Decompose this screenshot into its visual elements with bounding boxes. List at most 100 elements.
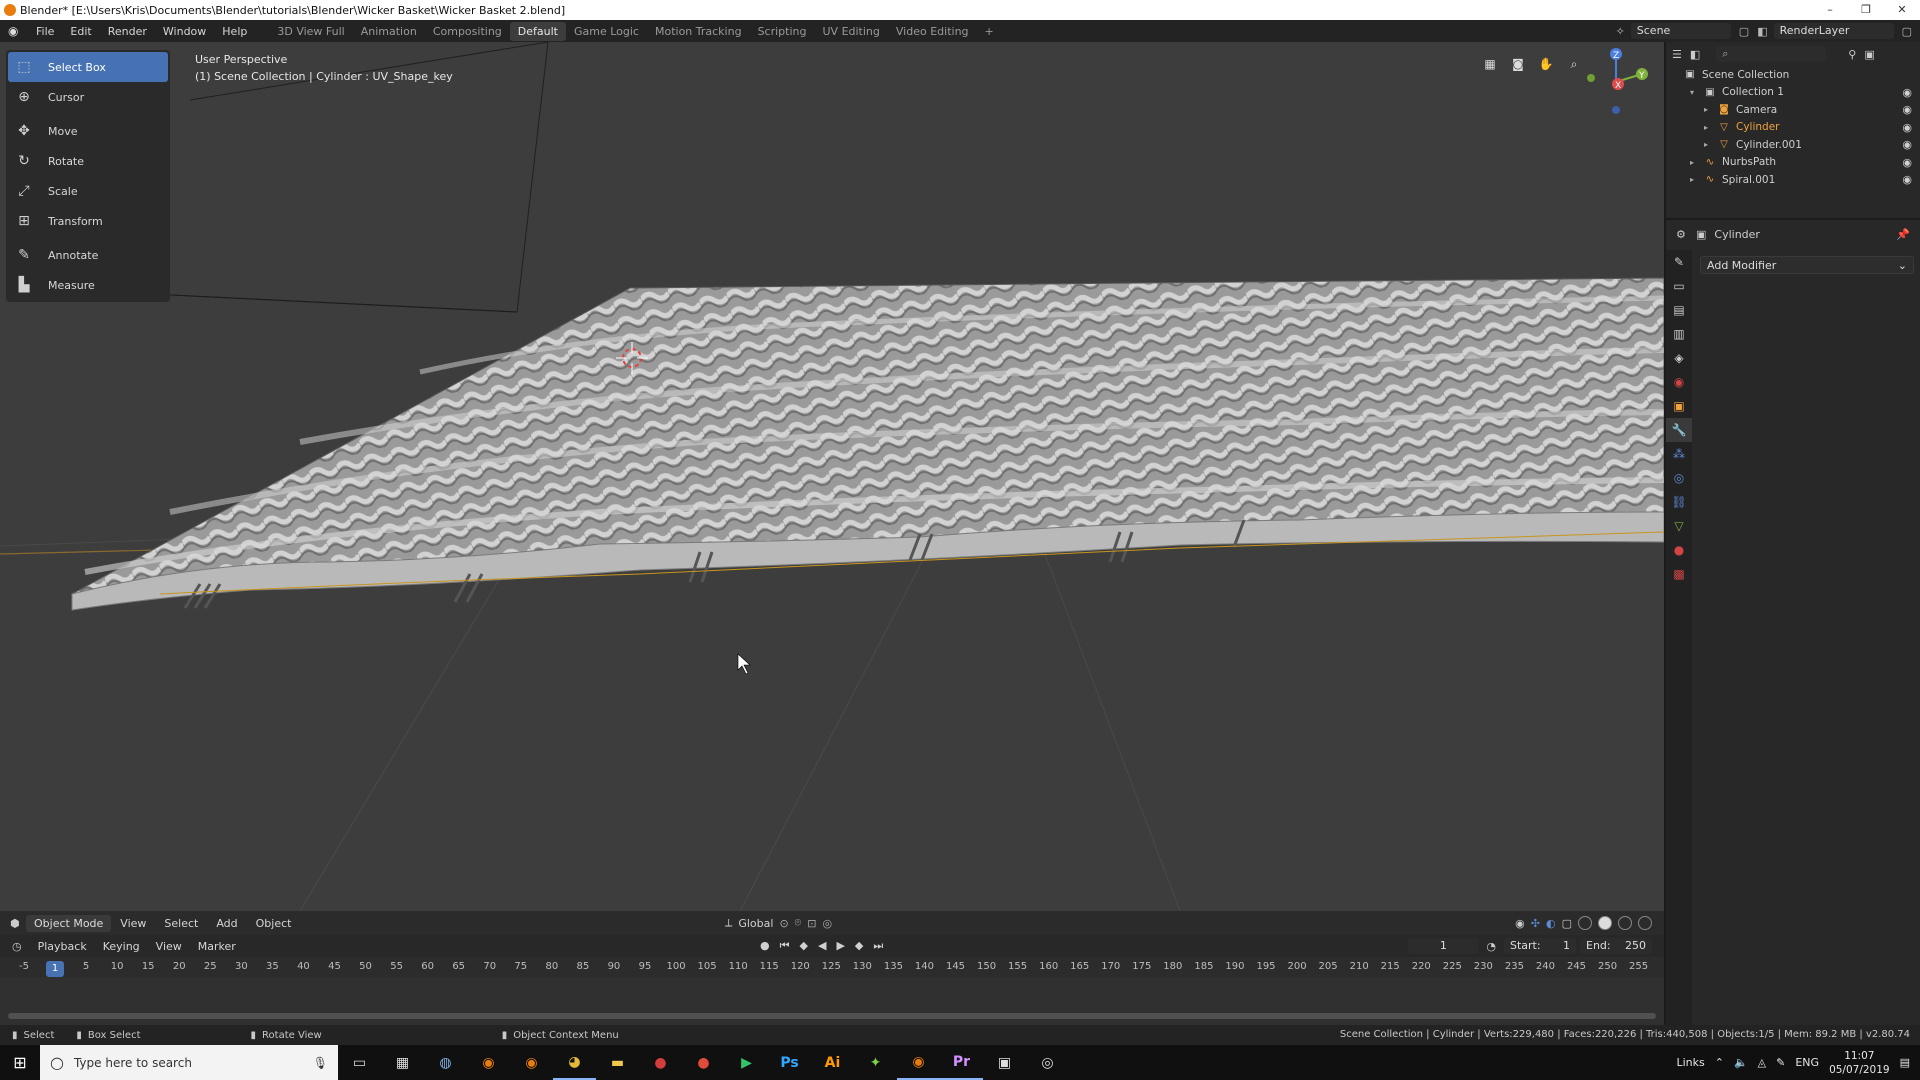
timeline-menu-playback[interactable]: Playback xyxy=(30,940,95,953)
workspace-tab-uv-editing[interactable]: UV Editing xyxy=(815,22,888,41)
tool-annotate[interactable]: ✎ Annotate xyxy=(6,240,170,270)
snap-target-icon[interactable]: ⊡ xyxy=(807,917,816,930)
outliner-row[interactable]: ▸ ∿ NurbsPath ◉ xyxy=(1666,154,1920,172)
blender-icon[interactable]: ◉ xyxy=(467,1045,510,1080)
app-icon[interactable]: ● xyxy=(639,1045,682,1080)
material-shading-icon[interactable] xyxy=(1618,916,1632,930)
world-tab-icon[interactable]: ◉ xyxy=(1666,370,1692,394)
outliner-editor-icon[interactable]: ☰ xyxy=(1672,48,1682,61)
outliner-row[interactable]: ▸ ◙ Camera ◉ xyxy=(1666,101,1920,119)
prev-keyframe-icon[interactable]: ◆ xyxy=(800,939,808,953)
overlay-toggle-icon[interactable]: ◐ xyxy=(1546,917,1556,930)
tool-measure[interactable]: ▙ Measure xyxy=(6,270,170,300)
visibility-eye-icon[interactable]: ◉ xyxy=(1902,86,1912,99)
workspace-tab-3d-view-full[interactable]: 3D View Full xyxy=(269,22,352,41)
workspace-tab-video-editing[interactable]: Video Editing xyxy=(888,22,977,41)
gizmo-toggle-icon[interactable]: ✣ xyxy=(1531,917,1540,930)
menu-window[interactable]: Window xyxy=(155,25,214,38)
view-layer-tab-icon[interactable]: ▥ xyxy=(1666,322,1692,346)
menu-render[interactable]: Render xyxy=(100,25,155,38)
expand-triangle-icon[interactable]: ▸ xyxy=(1704,140,1714,149)
filter-icon[interactable]: ⚲ xyxy=(1848,48,1856,61)
outliner-row[interactable]: ▸ ▽ Cylinder ◉ xyxy=(1666,119,1920,137)
chrome-icon[interactable]: ◕ xyxy=(553,1045,596,1080)
3d-viewport[interactable]: ⬚ Select Box ⊕ Cursor ✥ Move ↻ Rotate ⤢ … xyxy=(0,42,1664,911)
current-frame-field[interactable]: 1 xyxy=(1408,938,1479,954)
viewport-menu-view[interactable]: View xyxy=(111,917,155,930)
preview-range-icon[interactable]: ◔ xyxy=(1486,940,1496,953)
viewport-menu-add[interactable]: Add xyxy=(207,917,246,930)
object-mode-dropdown[interactable]: Object Mode xyxy=(26,914,112,932)
timeline-menu-view[interactable]: View xyxy=(148,940,190,953)
outliner-row[interactable]: ▸ ∿ Spiral.001 ◉ xyxy=(1666,171,1920,189)
premiere-icon[interactable]: Pr xyxy=(940,1045,983,1080)
texture-tab-icon[interactable]: ▩ xyxy=(1666,562,1692,586)
wicker-mesh[interactable] xyxy=(71,277,1664,611)
workspace-tab-game-logic[interactable]: Game Logic xyxy=(566,22,647,41)
viewport-scene[interactable] xyxy=(0,42,1664,911)
constraints-tab-icon[interactable]: ⛓ xyxy=(1666,490,1692,514)
solid-shading-icon[interactable] xyxy=(1598,916,1612,930)
display-mode-icon[interactable]: ◧ xyxy=(1690,48,1700,61)
photos-icon[interactable]: ▣ xyxy=(983,1045,1026,1080)
end-frame-field[interactable]: End: 250 xyxy=(1580,938,1652,954)
play-icon[interactable]: ▶ xyxy=(725,1045,768,1080)
physics-tab-icon[interactable]: ◎ xyxy=(1666,466,1692,490)
timeline-playhead[interactable]: 1 xyxy=(46,961,65,977)
pin-icon[interactable]: 📌 xyxy=(1896,228,1910,241)
snap-icon[interactable]: ⌾ xyxy=(795,916,802,930)
render-tab-icon[interactable]: ▭ xyxy=(1666,274,1692,298)
next-keyframe-icon[interactable]: ◆ xyxy=(855,939,863,953)
timeline-editor-icon[interactable]: ◷ xyxy=(0,940,30,953)
close-button[interactable]: ✕ xyxy=(1884,0,1920,20)
microphone-icon[interactable]: 🎙 xyxy=(313,1056,328,1070)
workspace-tab-animation[interactable]: Animation xyxy=(353,22,425,41)
illustrator-icon[interactable]: Ai xyxy=(811,1045,854,1080)
data-tab-icon[interactable]: ▽ xyxy=(1666,514,1692,538)
workspace-tab-compositing[interactable]: Compositing xyxy=(425,22,510,41)
jump-start-icon[interactable]: ⏮ xyxy=(780,939,790,953)
start-frame-field[interactable]: Start: 1 xyxy=(1504,938,1576,954)
menu-edit[interactable]: Edit xyxy=(62,25,99,38)
app-icon[interactable]: ◎ xyxy=(1026,1045,1069,1080)
camera-view-icon[interactable]: ◙ xyxy=(1508,54,1528,74)
restore-button[interactable]: ❐ xyxy=(1848,0,1884,20)
material-tab-icon[interactable]: ● xyxy=(1666,538,1692,562)
visibility-eye-icon[interactable]: ◉ xyxy=(1902,138,1912,151)
workspace-tab-default[interactable]: Default xyxy=(509,21,566,41)
viewport-menu-select[interactable]: Select xyxy=(155,917,207,930)
expand-triangle-icon[interactable]: ▸ xyxy=(1690,158,1700,167)
tool-move[interactable]: ✥ Move xyxy=(6,116,170,146)
timeline-menu-marker[interactable]: Marker xyxy=(190,940,244,953)
windows-start-icon[interactable]: ⊞ xyxy=(0,1053,40,1072)
volume-icon[interactable]: 🔈 xyxy=(1734,1056,1748,1069)
tray-links[interactable]: Links xyxy=(1676,1056,1704,1069)
jump-end-icon[interactable]: ⏭ xyxy=(873,939,883,953)
scene-selector[interactable]: Scene xyxy=(1630,23,1731,39)
wireframe-shading-icon[interactable] xyxy=(1578,916,1592,930)
axis-gizmo[interactable]: Z Y X xyxy=(1578,44,1654,120)
toggle-ortho-icon[interactable]: ▦ xyxy=(1480,54,1500,74)
xray-toggle-icon[interactable]: ▢ xyxy=(1562,917,1572,930)
tool-select-box[interactable]: ⬚ Select Box xyxy=(8,52,168,82)
particles-tab-icon[interactable]: ⁂ xyxy=(1666,442,1692,466)
play-icon[interactable]: ▶ xyxy=(836,939,844,953)
editor-type-icon[interactable]: ⬢ xyxy=(10,917,20,930)
expand-triangle-icon[interactable]: ▸ xyxy=(1704,123,1714,132)
viewport-menu-object[interactable]: Object xyxy=(247,917,301,930)
task-view-icon[interactable]: ▭ xyxy=(338,1045,381,1080)
notification-icon[interactable]: ▤ xyxy=(1900,1056,1910,1069)
expand-triangle-icon[interactable]: ▸ xyxy=(1704,105,1714,114)
blender-logo-icon[interactable]: ◉ xyxy=(8,24,22,38)
outliner-search-input[interactable]: ⌕ xyxy=(1716,46,1827,62)
visibility-eye-icon[interactable]: ◉ xyxy=(1902,156,1912,169)
visibility-icon[interactable]: ◉ xyxy=(1515,917,1525,930)
renderlayer-icon[interactable]: ◧ xyxy=(1757,25,1767,38)
workspace-tab-motion-tracking[interactable]: Motion Tracking xyxy=(647,22,750,41)
transform-orientation-dropdown[interactable]: Global xyxy=(738,917,773,930)
scene-tab-icon[interactable]: ◈ xyxy=(1666,346,1692,370)
rendered-shading-icon[interactable] xyxy=(1638,916,1652,930)
taskbar-clock[interactable]: 11:07 05/07/2019 xyxy=(1829,1049,1890,1077)
app-icon[interactable]: ◍ xyxy=(424,1045,467,1080)
tool-cursor[interactable]: ⊕ Cursor xyxy=(6,82,170,112)
